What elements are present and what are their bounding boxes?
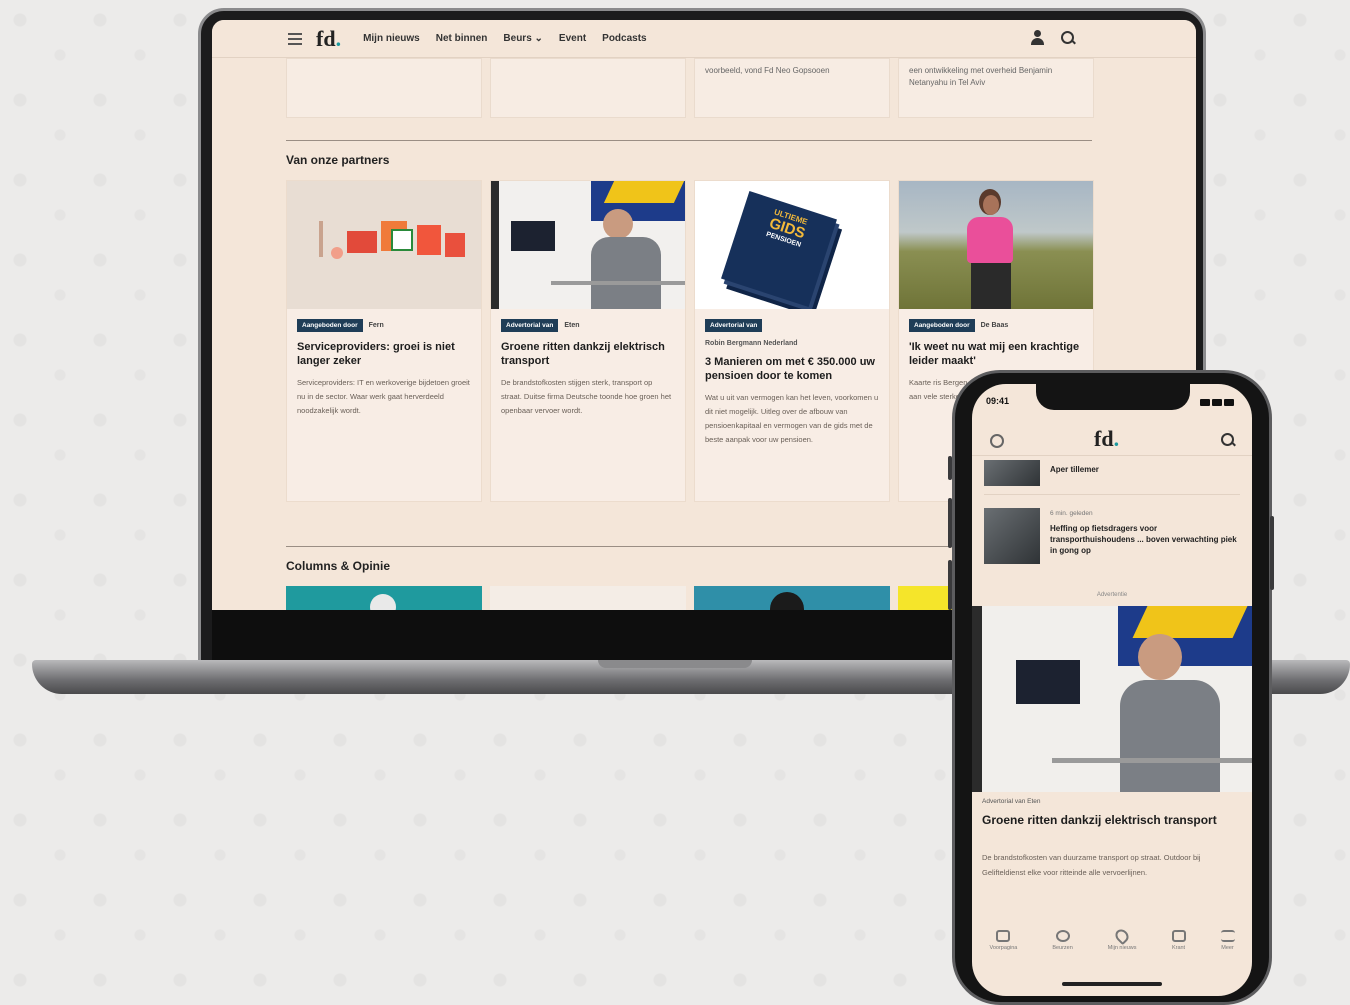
list-item[interactable]: Aper tillemer [984,460,1240,486]
site-header: fd. Mijn nieuws Net binnen Beurs ⌄ Event… [212,20,1196,58]
tab-meer[interactable]: Meer [1220,930,1235,970]
partners-section-title: Van onze partners [286,153,390,167]
list-item-title: Aper tillemer [1050,465,1099,474]
nav-item-beurs[interactable]: Beurs ⌄ [503,33,543,44]
status-time: 09:41 [986,396,1010,406]
nav-item-event[interactable]: Event [559,33,586,44]
list-item[interactable]: 6 min. geleden Heffing op fietsdragers v… [984,508,1240,564]
newspaper-icon [1171,930,1186,942]
column-thumbnail[interactable] [490,586,686,610]
sponsor-name: Eten [564,322,580,329]
phone-notch [1036,384,1190,410]
search-icon[interactable] [1060,30,1076,46]
top-card[interactable] [490,58,686,118]
partner-card[interactable]: Advertorial van Eten Groene ritten dankz… [490,180,686,502]
bottom-tab-bar: Voorpagina Beurzen Mijn nieuws Krant Mee… [972,926,1252,970]
sponsored-badge: Advertorial van [501,319,559,332]
advertisement-label: Advertentie [1096,592,1128,598]
top-card[interactable] [286,58,482,118]
partner-card-description: De brandstofkosten stijgen sterk, transp… [501,378,672,415]
partner-card-title[interactable]: Serviceproviders: groei is niet langer z… [297,340,471,368]
fd-logo[interactable]: fd. [1094,426,1119,452]
signal-battery-icon [1198,398,1238,406]
section-divider [286,140,1092,141]
list-item-date: 6 min. geleden [1050,510,1093,517]
tab-label: Mijn nieuws [1107,945,1137,951]
tab-krant[interactable]: Krant [1171,930,1186,970]
home-indicator [1062,982,1162,986]
tab-beurzen[interactable]: Beurzen [1052,930,1073,970]
fd-logo[interactable]: fd. [316,26,341,52]
partner-card[interactable]: Aangeboden door Fern Serviceproviders: g… [286,180,482,502]
list-item-thumbnail [984,508,1040,564]
column-thumbnail[interactable] [694,586,890,610]
chart-icon [1055,930,1070,942]
article-title[interactable]: Groene ritten dankzij elektrisch transpo… [982,812,1242,828]
nav-item-net-binnen[interactable]: Net binnen [436,33,488,44]
sponsored-badge: Advertorial van [705,319,763,332]
partner-card-title[interactable]: 3 Manieren om met € 350.000 uw pensioen … [705,355,879,383]
pension-guide-cover: ULTIEME GIDS PENSIOEN [695,181,889,309]
partner-card-title[interactable]: Groene ritten dankzij elektrisch transpo… [501,340,675,368]
top-card[interactable]: voorbeeld, vond Fd Neo Gopsooen [694,58,890,118]
list-divider [984,494,1240,495]
list-item-title: Heffing op fietsdragers voor transporthu… [1050,524,1237,555]
menu-icon [1220,930,1235,942]
search-icon[interactable] [1220,432,1236,448]
sponsored-badge: Aangeboden door [297,319,363,332]
columns-section-title: Columns & Opinie [286,559,391,573]
list-item-thumbnail [984,460,1040,486]
home-icon [996,930,1011,942]
phone-side-button [948,456,952,480]
partner-card-description: Serviceproviders: IT en werkoverige bijd… [297,378,470,415]
user-account-icon[interactable] [1030,30,1046,46]
partner-card-description: Wat u uit van vermogen kan het leven, vo… [705,393,879,444]
tab-mijn-nieuws[interactable]: Mijn nieuws [1107,926,1137,970]
laptop-hinge-notch [598,660,752,668]
top-card-row: voorbeeld, vond Fd Neo Gopsooen een ontw… [286,58,1094,118]
article-sponsor-line: Advertorial van Eten [982,798,1041,805]
phone-screen: 09:41 fd. Aper tillemer 6 min. geleden H… [972,384,1252,996]
phone-header: fd. [972,424,1252,456]
woman-landscape-photo [899,181,1093,309]
tab-label: Krant [1171,945,1186,951]
tab-label: Beurzen [1052,945,1073,951]
partner-card[interactable]: ULTIEME GIDS PENSIOEN Advertorial van Ro… [694,180,890,502]
article-hero-photo[interactable] [972,606,1252,792]
phone-side-button [948,560,952,610]
phone-side-button [1270,516,1274,590]
column-thumbnail[interactable] [286,586,482,610]
heart-icon [1112,926,1132,946]
sponsor-name: De Baas [980,322,1009,329]
sponsor-name: Fern [368,322,384,329]
hamburger-menu-icon[interactable] [288,32,304,45]
tab-label: Meer [1221,945,1234,951]
tab-voorpagina[interactable]: Voorpagina [989,930,1017,970]
nav-item-mijn-nieuws[interactable]: Mijn nieuws [363,33,420,44]
top-card[interactable]: een ontwikkeling met overheid Benjamin N… [898,58,1094,118]
article-description: De brandstofkosten van duurzame transpor… [982,853,1201,877]
phone-side-button [948,498,952,548]
nav-item-podcasts[interactable]: Podcasts [602,33,646,44]
sponsored-badge: Aangeboden door [909,319,975,332]
profile-icon[interactable] [990,434,1004,448]
serviceprovider-illustration [287,181,481,309]
electric-truck-photo [491,181,685,309]
sponsor-name: Robin Bergmann Nederland [705,340,798,347]
partner-card-title[interactable]: 'Ik weet nu wat mij een krachtige leider… [909,340,1083,368]
tab-label: Voorpagina [989,945,1018,951]
